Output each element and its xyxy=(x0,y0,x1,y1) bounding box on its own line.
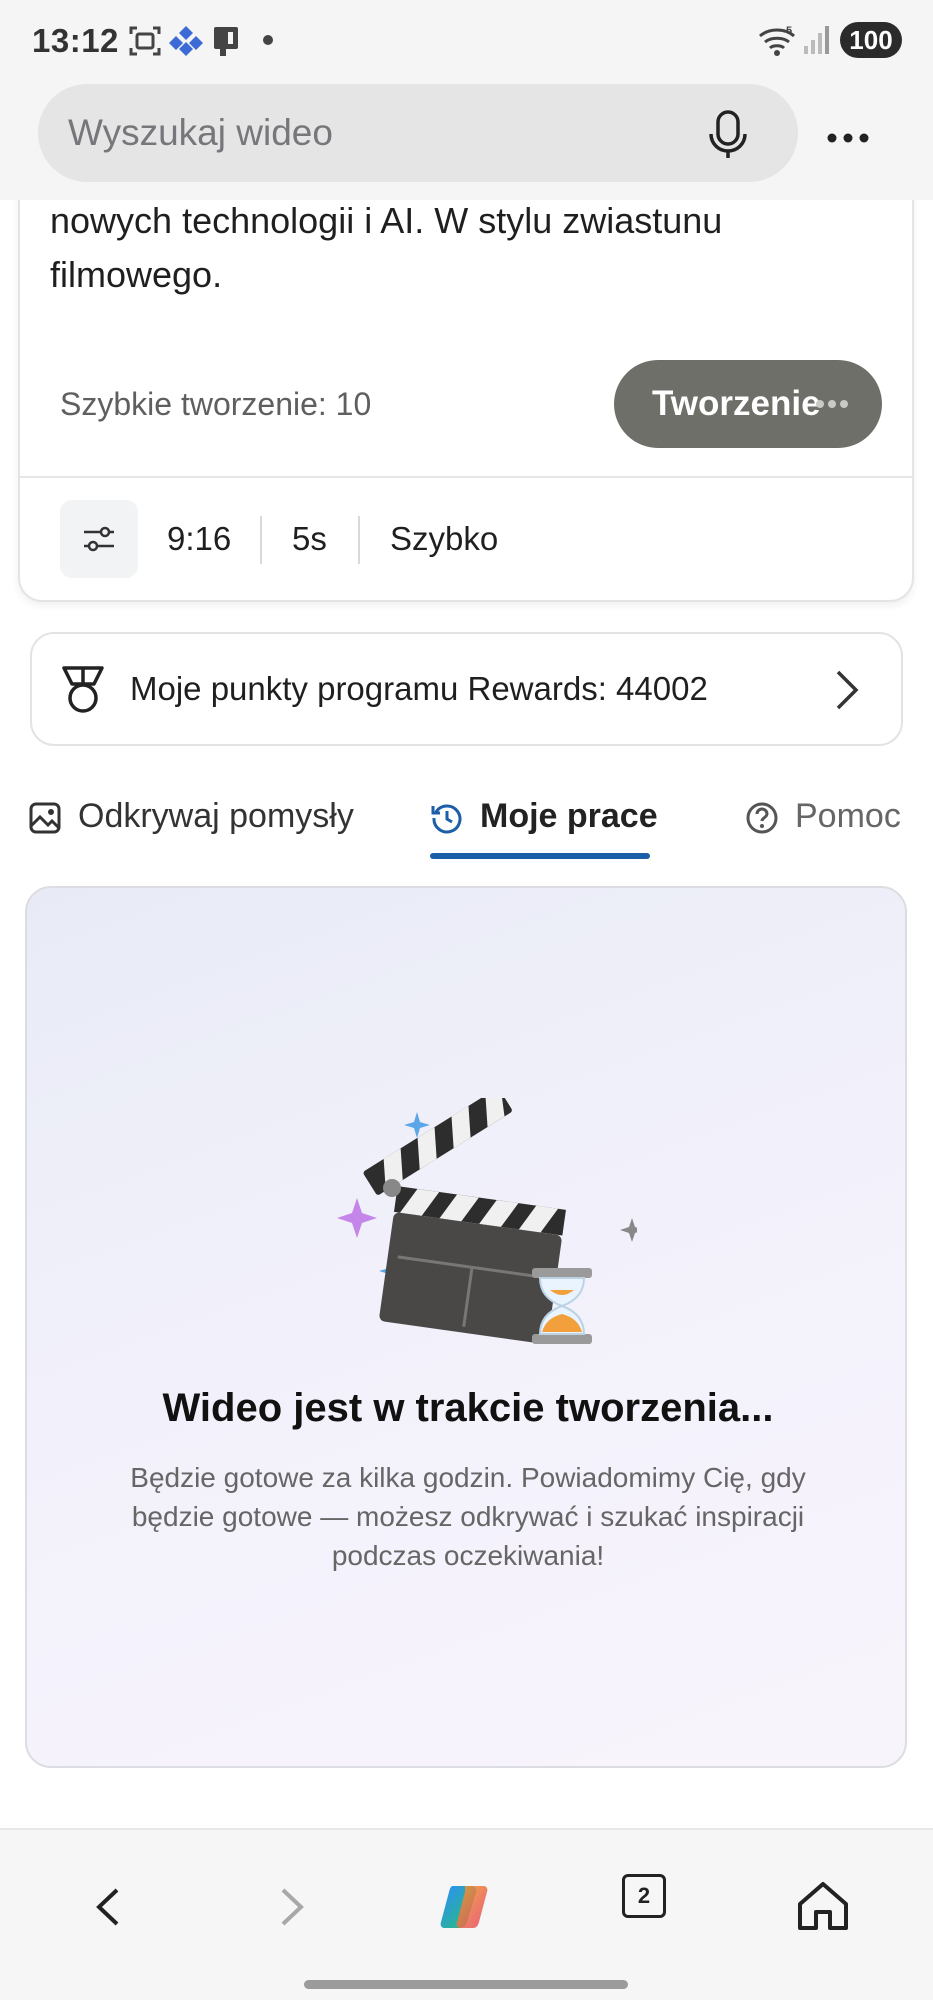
copilot-icon xyxy=(440,1886,488,1928)
duration-option[interactable]: 5s xyxy=(292,520,327,558)
video-status-card: Wideo jest w trakcie tworzenia... Będzie… xyxy=(25,886,907,1768)
home-icon xyxy=(798,1882,848,1930)
help-icon xyxy=(746,802,778,834)
status-title: Wideo jest w trakcie tworzenia... xyxy=(162,1386,774,1430)
chevron-right-icon xyxy=(836,670,859,710)
wifi-icon: 5 xyxy=(759,25,795,56)
image-icon xyxy=(29,802,61,834)
back-arrow-icon xyxy=(96,1888,119,1926)
app-notification-icon xyxy=(169,26,203,56)
screenshot-icon xyxy=(129,26,161,56)
rewards-banner[interactable]: Moje punkty programu Rewards: 44002 xyxy=(30,632,903,746)
bottom-navigation: 2 xyxy=(0,1828,933,2000)
gesture-bar[interactable] xyxy=(304,1980,628,1989)
search-input[interactable] xyxy=(68,84,668,182)
more-options-icon[interactable] xyxy=(820,110,876,166)
nfc-icon xyxy=(214,27,238,56)
active-tab-indicator xyxy=(430,853,650,859)
microphone-icon[interactable] xyxy=(698,104,758,164)
search-bar[interactable] xyxy=(38,84,798,182)
forward-button[interactable] xyxy=(255,1872,325,1942)
open-tabs-button[interactable]: 2 xyxy=(622,1874,666,1918)
medal-icon xyxy=(62,666,104,713)
status-bar: 13:12 5 100 xyxy=(0,0,933,82)
prompt-text[interactable]: nowych technologii i AI. W stylu zwiastu… xyxy=(50,194,880,302)
search-header xyxy=(0,82,933,200)
copilot-button[interactable] xyxy=(431,1872,501,1942)
aspect-ratio-option[interactable]: 9:16 xyxy=(167,520,231,558)
battery-indicator: 100 xyxy=(840,22,902,58)
tab-my-works[interactable]: Moje prace xyxy=(430,795,670,855)
loading-dots-icon xyxy=(816,400,848,408)
svg-text:5: 5 xyxy=(786,25,792,37)
tab-label: Pomoc xyxy=(795,797,901,835)
sliders-icon xyxy=(84,526,114,552)
back-button[interactable] xyxy=(75,1872,145,1942)
home-button[interactable] xyxy=(788,1872,858,1942)
option-separator xyxy=(260,516,262,564)
tab-label: Moje prace xyxy=(480,797,658,835)
quick-create-counter: Szybkie tworzenie: 10 xyxy=(60,386,372,422)
rewards-points-label: Moje punkty programu Rewards: 44002 xyxy=(130,670,708,707)
clock: 13:12 xyxy=(32,22,119,59)
tab-label: Odkrywaj pomysły xyxy=(78,797,354,835)
signal-icon xyxy=(804,26,829,54)
history-icon xyxy=(431,804,462,834)
speed-option[interactable]: Szybko xyxy=(390,520,498,558)
tab-discover-ideas[interactable]: Odkrywaj pomysły xyxy=(28,795,368,855)
video-settings-button[interactable] xyxy=(60,500,138,578)
tab-help[interactable]: Pomoc xyxy=(745,795,915,855)
status-description: Będzie gotowe za kilka godzin. Powiadomi… xyxy=(130,1462,806,1571)
clapperboard-hourglass-illustration xyxy=(337,1098,637,1344)
forward-arrow-icon xyxy=(281,1888,304,1926)
option-separator xyxy=(358,516,360,564)
prompt-card: nowych technologii i AI. W stylu zwiastu… xyxy=(18,150,914,602)
card-divider xyxy=(20,476,912,478)
dot-icon xyxy=(263,35,273,45)
